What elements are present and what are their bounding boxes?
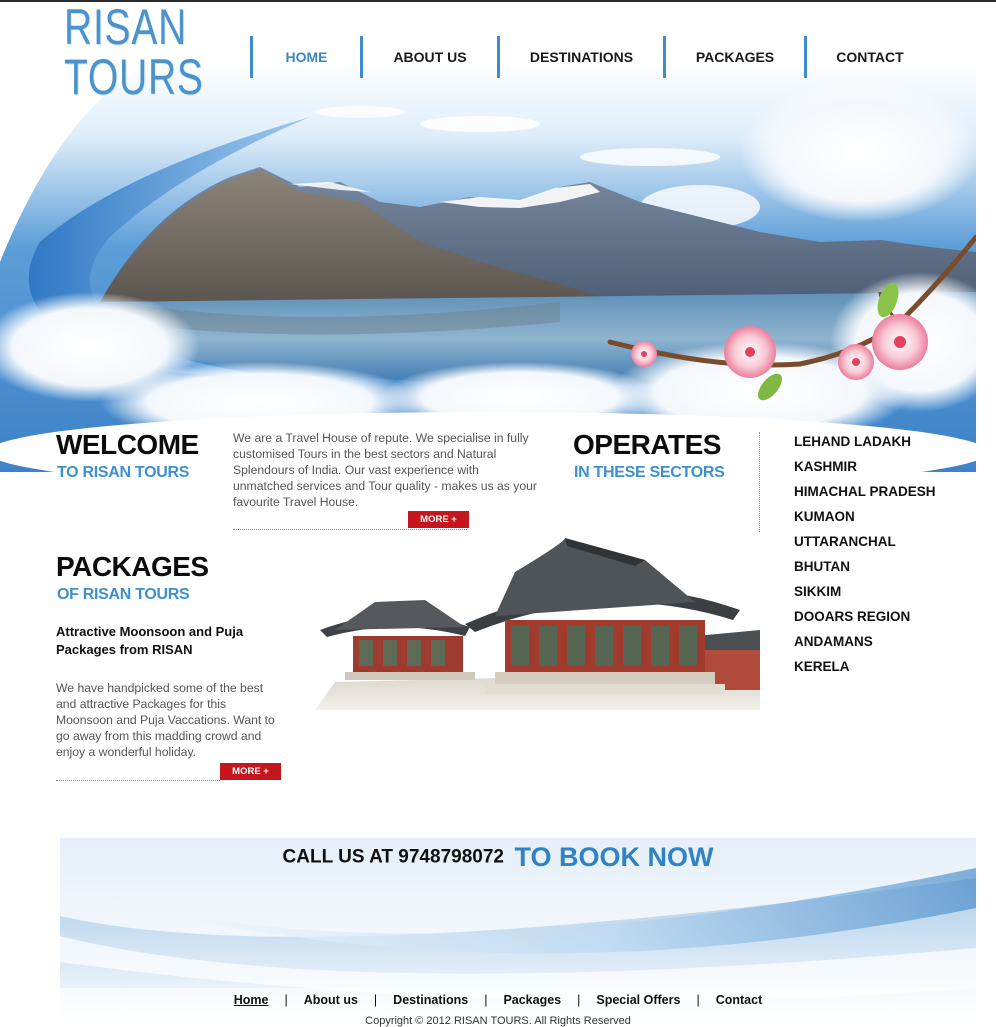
nav-destinations[interactable]: DESTINATIONS <box>500 36 663 78</box>
dotted-divider <box>233 529 467 530</box>
call-to-action: CALL US AT 9748798072 TO BOOK NOW <box>0 842 996 873</box>
site-logo[interactable]: RISAN TOURS <box>64 2 243 102</box>
nav-contact[interactable]: CONTACT <box>807 36 933 78</box>
packages-text: We have handpicked some of the best and … <box>56 681 275 759</box>
sectors-list: LEHAND LADAKH KASHMIR HIMACHAL PRADESH K… <box>794 433 936 683</box>
nav-about-us[interactable]: ABOUT US <box>363 36 497 78</box>
footer-link-packages[interactable]: Packages <box>503 993 561 1007</box>
book-now[interactable]: TO BOOK NOW <box>514 842 713 872</box>
welcome-more-button[interactable]: MORE + <box>408 511 469 528</box>
packages-subtitle: OF RISAN TOURS <box>57 586 190 603</box>
nav-packages[interactable]: PACKAGES <box>666 36 804 78</box>
sector-item[interactable]: ANDAMANS <box>794 633 936 658</box>
packages-title: PACKAGES <box>56 551 209 582</box>
footer-link-home[interactable]: Home <box>234 993 269 1007</box>
sector-item[interactable]: LEHAND LADAKH <box>794 433 936 458</box>
nav-home[interactable]: HOME <box>253 36 360 78</box>
hero-banner: RISAN TOURS HOME ABOUT US DESTINATIONS P… <box>0 2 976 472</box>
sector-item[interactable]: UTTARANCHAL <box>794 533 936 558</box>
footer-link-contact[interactable]: Contact <box>716 993 763 1007</box>
sector-item[interactable]: SIKKIM <box>794 583 936 608</box>
footer-separator: | <box>696 993 700 1007</box>
temple-image <box>315 532 760 710</box>
operates-title: OPERATES <box>573 429 721 460</box>
welcome-subtitle: TO RISAN TOURS <box>57 464 190 481</box>
logo-line-2: TOURS <box>64 49 204 105</box>
footer-nav: Home | About us | Destinations | Packages | Spec… <box>0 993 996 1007</box>
main-nav: HOME ABOUT US DESTINATIONS PACKAGES CONT… <box>250 36 933 78</box>
footer-separator: | <box>284 993 288 1007</box>
sector-item[interactable]: DOOARS REGION <box>794 608 936 633</box>
packages-headline: Attractive Moonsoon and Puja Packages fr… <box>56 624 244 657</box>
footer-separator: | <box>484 993 488 1007</box>
sector-item[interactable]: KERELA <box>794 658 936 683</box>
footer-link-about-us[interactable]: About us <box>304 993 358 1007</box>
footer-separator: | <box>577 993 581 1007</box>
logo-line-1: RISAN <box>64 2 188 55</box>
welcome-text: We are a Travel House of repute. We spec… <box>233 431 537 509</box>
dotted-divider <box>56 780 220 781</box>
call-phone[interactable]: CALL US AT 9748798072 <box>283 847 504 868</box>
sector-item[interactable]: KUMAON <box>794 508 936 533</box>
footer-separator: | <box>373 993 378 1007</box>
footer-link-special-offers[interactable]: Special Offers <box>596 993 680 1007</box>
welcome-title: WELCOME <box>56 429 199 460</box>
packages-more-button[interactable]: MORE + <box>220 763 281 780</box>
operates-subtitle: IN THESE SECTORS <box>574 464 725 481</box>
footer-link-destinations[interactable]: Destinations <box>393 993 468 1007</box>
sector-item[interactable]: KASHMIR <box>794 458 936 483</box>
sector-item[interactable]: BHUTAN <box>794 558 936 583</box>
sector-item[interactable]: HIMACHAL PRADESH <box>794 483 936 508</box>
copyright: Copyright © 2012 RISAN TOURS. All Rights… <box>365 1015 631 1027</box>
